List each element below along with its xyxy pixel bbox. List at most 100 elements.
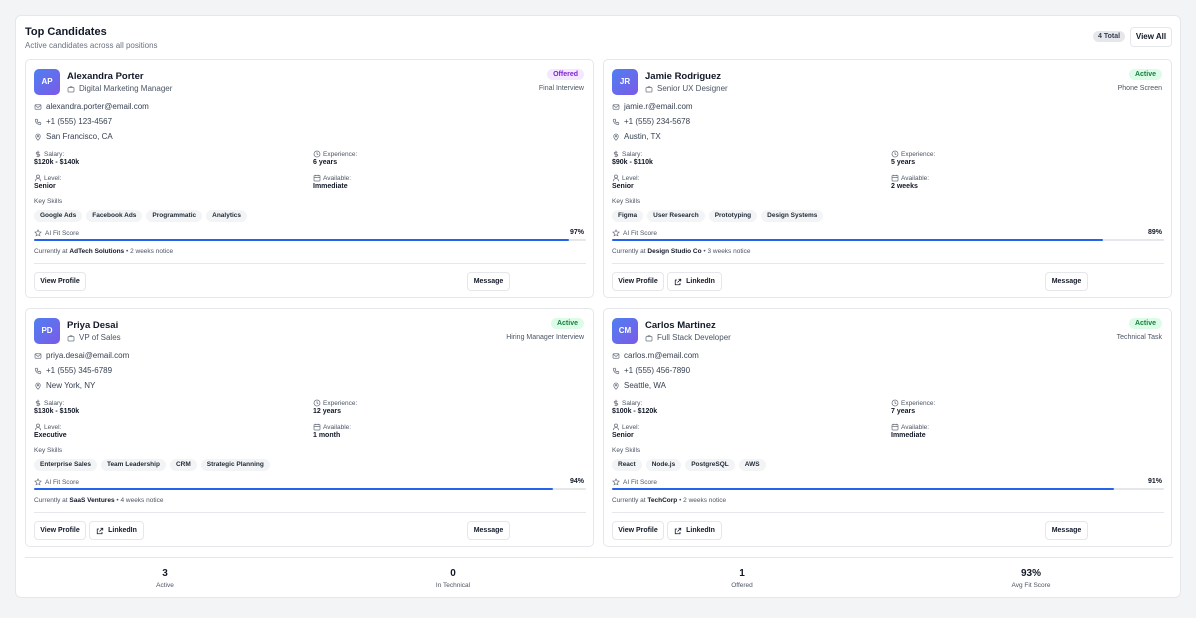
stat-value: 93%: [1020, 568, 1041, 579]
stat-label: Active: [156, 582, 174, 589]
skill-chip: Google Ads: [34, 210, 83, 222]
email-text: carlos.m@email.com: [624, 351, 699, 360]
fit-progress-bar: [34, 488, 586, 490]
calendar-icon: [891, 174, 899, 182]
view-profile-button[interactable]: View Profile: [612, 521, 664, 540]
stat-in-technical: 0 In Technical: [393, 568, 513, 589]
contact-email: alexandra.porter@email.com: [34, 102, 149, 111]
salary-value: $100k - $120k: [612, 408, 658, 415]
salary-label-text: Salary:: [622, 399, 643, 407]
stat-offered: 1 Offered: [682, 568, 802, 589]
linkedin-label: LinkedIn: [108, 527, 137, 534]
current-prefix: Currently at: [34, 497, 70, 504]
user-icon: [34, 174, 42, 182]
briefcase-icon: [645, 85, 653, 93]
salary-value: $90k - $110k: [612, 159, 653, 166]
available-value: 2 weeks: [891, 183, 918, 190]
stat-label: Avg Fit Score: [1011, 582, 1051, 589]
role-text: Full Stack Developer: [657, 333, 731, 342]
role-text: Digital Marketing Manager: [79, 84, 173, 93]
view-all-button[interactable]: View All: [1130, 27, 1172, 47]
salary-value: $120k - $140k: [34, 159, 80, 166]
level-value: Senior: [34, 183, 56, 190]
contact-phone: +1 (555) 456-7890: [612, 366, 690, 375]
user-icon: [34, 423, 42, 431]
linkedin-button[interactable]: LinkedIn: [667, 521, 722, 540]
salary-label: Salary:: [34, 150, 64, 158]
ai-fit-label-text: AI Fit Score: [45, 478, 79, 486]
phone-text: +1 (555) 345-6789: [46, 366, 113, 375]
avatar: CM: [612, 318, 638, 344]
stat-active: 3 Active: [105, 568, 225, 589]
mail-icon: [34, 352, 42, 360]
phone-icon: [34, 367, 42, 375]
skill-chips: Enterprise Sales Team Leadership CRM Strate…: [34, 459, 270, 471]
contact-phone: +1 (555) 345-6789: [34, 366, 112, 375]
phone-text: +1 (555) 234-5678: [624, 117, 691, 126]
email-text: priya.desai@email.com: [46, 351, 130, 360]
stage-label: Phone Screen: [1117, 85, 1162, 92]
current-prefix: Currently at: [612, 248, 648, 255]
notice-period: • 2 weeks notice: [124, 248, 174, 255]
available-label: Available:: [313, 423, 351, 431]
level-label-text: Level:: [44, 423, 62, 431]
experience-label: Experience:: [313, 150, 357, 158]
dollar-icon: [34, 399, 42, 407]
stat-avg-fit-score: 93% Avg Fit Score: [971, 568, 1091, 589]
available-label: Available:: [313, 174, 351, 182]
stat-value: 0: [450, 568, 456, 579]
fit-progress-fill: [34, 239, 570, 241]
experience-label-text: Experience:: [901, 150, 936, 158]
divider: [34, 263, 586, 264]
current-employer: Currently at SaaS Ventures • 4 weeks not…: [34, 497, 163, 504]
experience-label-text: Experience:: [901, 399, 936, 407]
skill-chip: Enterprise Sales: [34, 459, 97, 471]
experience-label-text: Experience:: [323, 399, 358, 407]
ai-fit-label: AI Fit Score: [34, 229, 79, 237]
skill-chip: Prototyping: [708, 210, 758, 222]
ai-fit-label-text: AI Fit Score: [623, 478, 657, 486]
candidate-role: Digital Marketing Manager: [67, 84, 172, 93]
ai-fit-label: AI Fit Score: [34, 478, 79, 486]
available-label: Available:: [891, 423, 929, 431]
linkedin-button[interactable]: LinkedIn: [667, 272, 722, 291]
skill-chip: PostgreSQL: [685, 459, 735, 471]
fit-progress-bar: [612, 488, 1164, 490]
stat-value: 1: [739, 568, 745, 579]
level-label-text: Level:: [622, 423, 640, 431]
stat-label: In Technical: [435, 582, 471, 589]
level-value: Senior: [612, 432, 634, 439]
ai-fit-value: 91%: [1147, 478, 1162, 485]
phone-text: +1 (555) 456-7890: [624, 366, 691, 375]
phone-icon: [612, 367, 620, 375]
company-name: SaaS Ventures: [69, 497, 115, 504]
fit-progress-bar: [34, 239, 586, 241]
stat-label: Offered: [731, 582, 753, 589]
salary-value: $130k - $150k: [34, 408, 80, 415]
message-button[interactable]: Message: [467, 521, 510, 540]
message-button[interactable]: Message: [1045, 521, 1088, 540]
message-button[interactable]: Message: [467, 272, 510, 291]
available-value: 1 month: [313, 432, 341, 439]
notice-period: • 3 weeks notice: [701, 248, 751, 255]
stat-value: 3: [162, 568, 168, 579]
message-button[interactable]: Message: [1045, 272, 1088, 291]
clock-icon: [891, 399, 899, 407]
linkedin-button[interactable]: LinkedIn: [89, 521, 144, 540]
skill-chip: Figma: [612, 210, 644, 222]
avatar: PD: [34, 318, 60, 344]
experience-value: 5 years: [891, 159, 916, 166]
status-badge: Active: [1128, 318, 1162, 329]
status-badge: Active: [1128, 69, 1162, 80]
view-profile-button[interactable]: View Profile: [612, 272, 664, 291]
view-profile-button[interactable]: View Profile: [34, 272, 86, 291]
view-profile-button[interactable]: View Profile: [34, 521, 86, 540]
experience-label: Experience:: [891, 399, 935, 407]
briefcase-icon: [645, 334, 653, 342]
key-skills-label: Key Skills: [34, 447, 63, 454]
contact-email: priya.desai@email.com: [34, 351, 129, 360]
briefcase-icon: [67, 85, 75, 93]
avatar: AP: [34, 69, 60, 95]
available-label-text: Available:: [323, 174, 352, 182]
panel-title: Top Candidates: [25, 26, 107, 38]
